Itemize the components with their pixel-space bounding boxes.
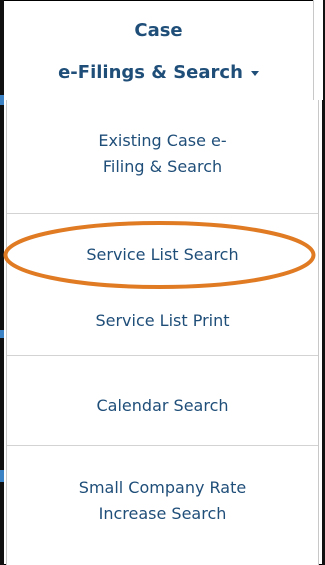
- menu-title-line1: Case: [134, 20, 183, 41]
- menu-item-label: Service List Print: [95, 311, 230, 330]
- menu-divider: [7, 355, 318, 356]
- menu-item-label-line1: Existing Case e-: [98, 131, 227, 150]
- adjacent-menu-column: [313, 0, 323, 100]
- menu-divider: [7, 445, 318, 446]
- menu-item-label: Calendar Search: [96, 396, 229, 415]
- menu-item-label-line2: Increase Search: [98, 504, 227, 523]
- left-strip-accent: [0, 330, 4, 338]
- case-efilings-search-menu-toggle[interactable]: Case e-Filings & Search: [4, 0, 313, 100]
- menu-item-label-line2: Filing & Search: [102, 157, 223, 176]
- menu-title-line2: e-Filings & Search: [4, 60, 313, 86]
- menu-item-small-company-rate-increase-search[interactable]: Small Company Rate Increase Search: [7, 475, 318, 527]
- left-strip-accent: [0, 470, 4, 482]
- menu-title-text: e-Filings & Search: [58, 62, 243, 83]
- menu-item-service-list-search[interactable]: Service List Search: [7, 242, 318, 268]
- dropdown-menu: Existing Case e- Filing & Search Service…: [6, 100, 319, 565]
- menu-divider: [7, 213, 318, 214]
- menu-item-existing-case-efiling-search[interactable]: Existing Case e- Filing & Search: [7, 128, 318, 180]
- menu-item-calendar-search[interactable]: Calendar Search: [7, 393, 318, 419]
- caret-down-icon: [250, 70, 259, 76]
- menu-item-label-line1: Small Company Rate: [78, 478, 247, 497]
- menu-item-label: Service List Search: [86, 245, 239, 264]
- menu-item-service-list-print[interactable]: Service List Print: [7, 308, 318, 334]
